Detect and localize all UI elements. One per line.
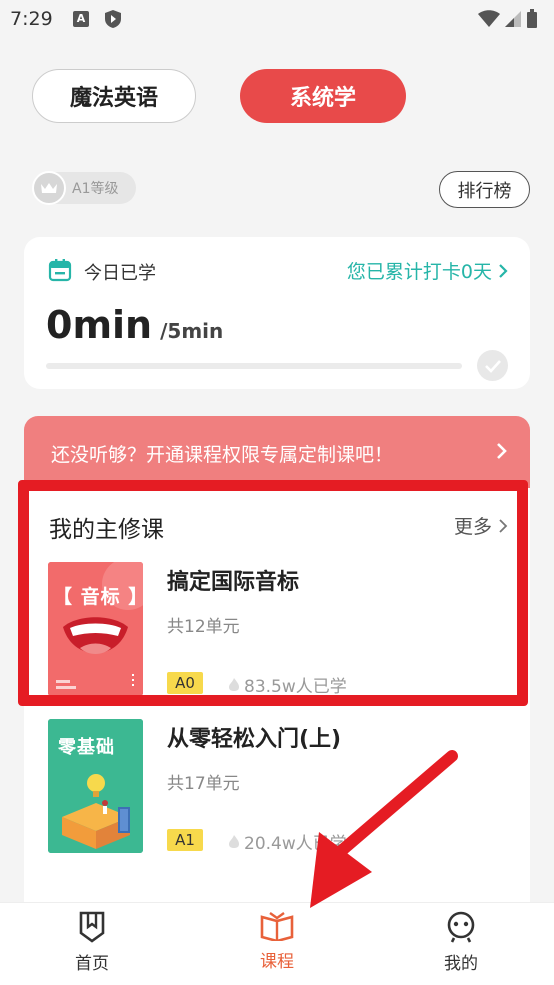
nav-home[interactable]: 首页: [52, 911, 132, 981]
battery-icon: [527, 9, 537, 28]
leaderboard-button[interactable]: 排行榜: [439, 171, 530, 208]
nav-courses[interactable]: 课程: [237, 911, 317, 981]
study-progress-bar: [46, 363, 462, 369]
shield-icon: [105, 10, 121, 28]
checkin-days-link[interactable]: 您已累计打卡0天: [347, 257, 508, 284]
flame-icon: [229, 835, 239, 848]
highlight-box: [18, 480, 528, 706]
course-title: 从零轻松入门(上): [167, 727, 342, 752]
promo-text: 还没听够？开通课程权限专属定制课吧！: [51, 444, 394, 466]
cover-title: 零基础: [58, 737, 115, 758]
promo-banner[interactable]: 还没听够？开通课程权限专属定制课吧！: [24, 416, 530, 488]
course-learners: 20.4w人已学: [228, 829, 347, 854]
goal-minutes: /5min: [160, 319, 224, 343]
checkin-text: 您已累计打卡0天: [346, 261, 492, 283]
chevron-right-icon: [497, 443, 507, 459]
open-book-icon: [260, 912, 294, 941]
course-cover-beginner: 零基础: [48, 719, 143, 853]
calendar-icon: [48, 259, 72, 282]
today-study-card: 今日已学 您已累计打卡0天 0min /5min: [24, 237, 530, 389]
course-item-beginner[interactable]: 零基础 从零轻松入门(上) 共17单元 A1 20.4w人已学: [48, 719, 508, 854]
level-label: A1等级: [72, 181, 119, 197]
wifi-icon: [478, 10, 500, 27]
nav-mine-label: 我的: [444, 954, 478, 974]
status-time: 7:29: [10, 8, 53, 30]
course-units: 共17单元: [167, 774, 240, 794]
nav-mine[interactable]: 我的: [421, 911, 501, 981]
level-badge[interactable]: A1等级: [32, 171, 136, 205]
tab-magic-english[interactable]: 魔法英语: [32, 69, 196, 123]
nav-home-label: 首页: [75, 954, 109, 974]
signal-icon: [505, 11, 521, 27]
check-icon: [477, 350, 508, 381]
robot-face-icon: [447, 911, 475, 943]
bookmark-shield-icon: [79, 911, 105, 943]
status-indicators: [478, 9, 538, 29]
chevron-right-icon: [499, 263, 508, 278]
nav-courses-label: 课程: [260, 952, 294, 972]
crown-icon: [32, 171, 66, 205]
status-bar: 7:29 A: [0, 0, 554, 40]
today-duration: 0min /5min: [46, 303, 223, 347]
course-level-tag: A1: [167, 829, 203, 851]
today-label: 今日已学: [84, 263, 156, 284]
app-notification-icon: A: [73, 11, 89, 27]
bottom-nav: 首页 课程 我的: [0, 902, 554, 985]
learners-count: 20.4w人已学: [244, 834, 347, 854]
tab-systematic-learning[interactable]: 系统学: [240, 69, 406, 123]
studied-minutes: 0min: [46, 303, 153, 347]
